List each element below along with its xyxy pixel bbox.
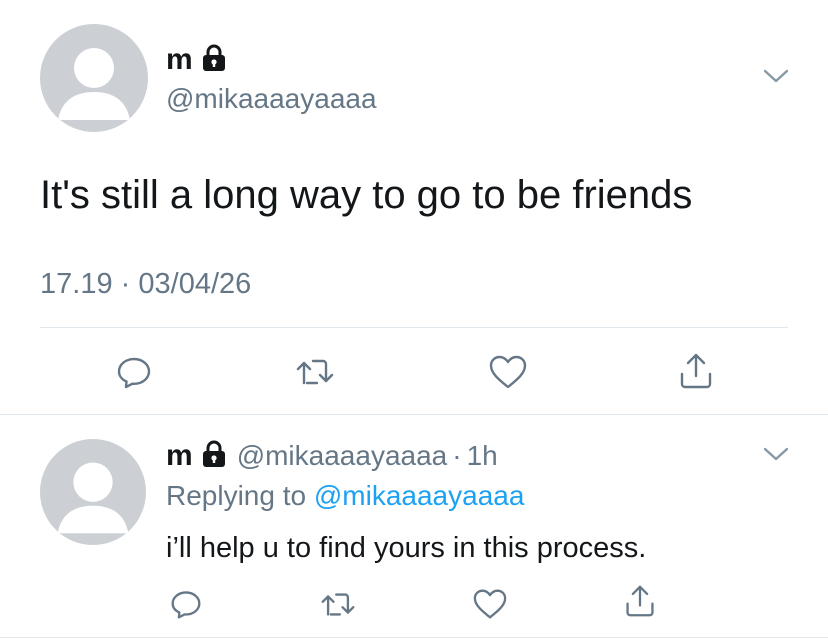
chevron-down-icon[interactable]	[762, 444, 790, 464]
avatar[interactable]	[40, 439, 146, 545]
share-icon	[680, 353, 712, 389]
display-name[interactable]: m	[166, 42, 193, 78]
display-name[interactable]: m	[166, 438, 193, 474]
tweet-age[interactable]: 1h	[467, 440, 498, 472]
share-button[interactable]	[678, 352, 714, 390]
replying-to: Replying to @mikaaaayaaaa	[166, 479, 524, 513]
reply-icon	[171, 591, 201, 619]
default-avatar-icon	[58, 48, 130, 120]
tweet-time: 17.19	[40, 268, 113, 300]
retweet-icon	[321, 593, 355, 616]
like-button[interactable]	[488, 354, 528, 390]
like-button[interactable]	[472, 588, 508, 620]
timestamp-separator: ·	[120, 268, 131, 300]
divider	[0, 414, 828, 415]
timestamp-separator: ·	[452, 440, 462, 471]
reply-button[interactable]	[116, 354, 152, 390]
reply-button[interactable]	[170, 588, 202, 620]
retweet-icon	[296, 359, 334, 385]
retweet-button[interactable]	[320, 590, 356, 619]
replying-to-handle[interactable]: @mikaaaayaaaa	[314, 480, 525, 511]
timestamp[interactable]: 17.19 · 03/04/26	[40, 266, 251, 302]
tweet-date: 03/04/26	[138, 268, 252, 300]
handle[interactable]: @mikaaaayaaaa	[237, 440, 448, 472]
replying-to-label: Replying to	[166, 480, 307, 511]
avatar[interactable]	[40, 24, 148, 132]
handle[interactable]: @mikaaaayaaaa	[166, 82, 377, 116]
lock-icon	[201, 44, 227, 77]
divider	[0, 637, 828, 638]
share-button[interactable]	[624, 584, 656, 618]
divider	[40, 327, 788, 328]
chevron-down-icon[interactable]	[762, 66, 790, 86]
like-icon	[489, 355, 527, 389]
tweet-text: It's still a long way to go to be friend…	[40, 173, 693, 217]
retweet-button[interactable]	[295, 356, 335, 388]
lock-icon	[201, 440, 227, 473]
tweet-text: i’ll help u to find yours in this proces…	[166, 532, 647, 564]
default-avatar-icon	[57, 462, 129, 534]
share-icon	[626, 585, 654, 617]
reply-icon	[117, 357, 151, 389]
like-icon	[473, 589, 507, 619]
